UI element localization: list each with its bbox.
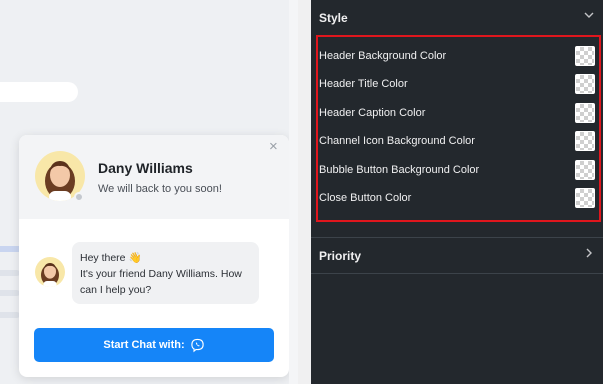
color-setting-bubble-button-background[interactable]: Bubble Button Background Color bbox=[319, 160, 599, 182]
placeholder-line bbox=[0, 290, 20, 296]
placeholder-line bbox=[0, 312, 20, 318]
chevron-down-icon bbox=[584, 12, 594, 18]
color-swatch[interactable] bbox=[575, 160, 595, 180]
color-setting-header-title[interactable]: Header Title Color bbox=[319, 74, 599, 96]
agent-caption: We will back to you soon! bbox=[98, 183, 222, 195]
color-setting-header-background[interactable]: Header Background Color bbox=[319, 46, 599, 68]
message-bubble: Hey there 👋 It's your friend Dany Willia… bbox=[72, 242, 259, 304]
agent-avatar-small bbox=[35, 257, 65, 287]
chevron-right-icon bbox=[586, 248, 592, 258]
chat-widget-preview: Dany Williams We will back to you soon! … bbox=[19, 135, 289, 377]
color-setting-label: Channel Icon Background Color bbox=[319, 135, 475, 147]
style-section-title: Style bbox=[319, 11, 348, 25]
color-setting-label: Header Background Color bbox=[319, 50, 447, 62]
color-setting-close-button[interactable]: Close Button Color bbox=[319, 188, 599, 210]
color-swatch[interactable] bbox=[575, 131, 595, 151]
preview-canvas: Dany Williams We will back to you soon! … bbox=[0, 0, 298, 384]
color-setting-channel-icon-background[interactable]: Channel Icon Background Color bbox=[319, 131, 599, 153]
color-swatch[interactable] bbox=[575, 188, 595, 208]
color-setting-label: Close Button Color bbox=[319, 192, 412, 204]
canvas-edge bbox=[289, 0, 298, 384]
message-line: Hey there 👋 bbox=[80, 252, 142, 264]
color-setting-label: Header Caption Color bbox=[319, 107, 426, 119]
start-chat-label: Start Chat with: bbox=[103, 339, 185, 351]
placeholder-pill bbox=[0, 82, 78, 102]
color-setting-header-caption[interactable]: Header Caption Color bbox=[319, 103, 599, 125]
color-setting-label: Bubble Button Background Color bbox=[319, 164, 480, 176]
message-line: It's your friend Dany Williams. How bbox=[80, 268, 242, 280]
style-section-header[interactable]: Style bbox=[311, 0, 603, 34]
start-chat-button[interactable]: Start Chat with: bbox=[34, 328, 274, 362]
priority-section-header[interactable]: Priority bbox=[311, 238, 603, 272]
section-divider bbox=[311, 273, 603, 274]
settings-panel: Style Header Background Color Header Tit… bbox=[311, 0, 603, 384]
color-setting-label: Header Title Color bbox=[319, 78, 408, 90]
widget-header: Dany Williams We will back to you soon! … bbox=[19, 135, 289, 219]
close-icon[interactable]: × bbox=[269, 139, 278, 154]
priority-section-title: Priority bbox=[319, 249, 362, 263]
message-line: can I help you? bbox=[80, 284, 152, 296]
viber-icon bbox=[190, 338, 205, 353]
color-swatch[interactable] bbox=[575, 74, 595, 94]
agent-name: Dany Williams bbox=[98, 160, 193, 176]
color-swatch[interactable] bbox=[575, 103, 595, 123]
placeholder-line bbox=[0, 270, 20, 276]
status-dot bbox=[74, 192, 84, 202]
color-swatch[interactable] bbox=[575, 46, 595, 66]
